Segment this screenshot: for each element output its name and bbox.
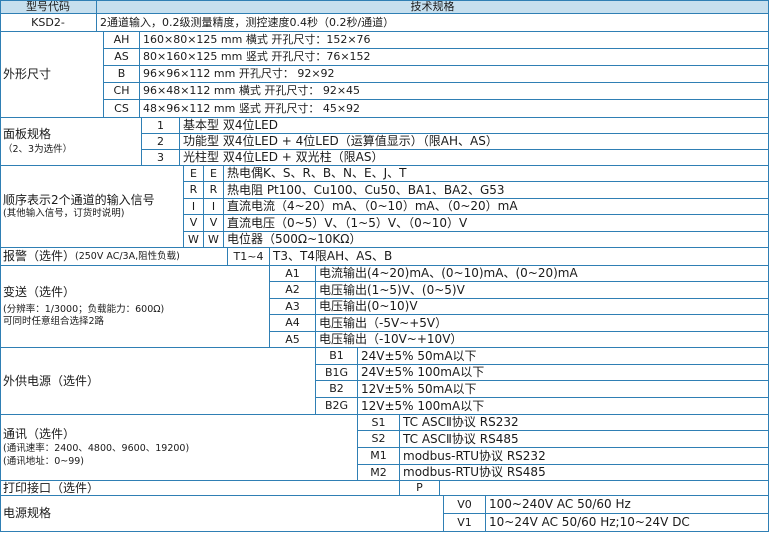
dimension-code: B xyxy=(104,66,140,83)
supply-spec: 24V±5% 50mA以下 xyxy=(358,348,769,365)
comm-code: S1 xyxy=(358,415,400,431)
panel-code: 1 xyxy=(142,118,180,134)
panel-spec: 功能型 双4位LED + 4位LED（运算值显示）（限AH、AS） xyxy=(180,134,769,150)
supply-spec: 12V±5% 50mA以下 xyxy=(358,381,769,398)
transmit-label: 变送（选件） xyxy=(3,284,76,299)
header-tech-spec: 技术规格 xyxy=(97,0,769,14)
alarm-note: (250V AC/3A,阻性负载) xyxy=(75,250,180,262)
input-code-ch2: I xyxy=(204,199,224,215)
panel-code: 2 xyxy=(142,134,180,150)
comm-label-cell: 通讯（选件） (通讯速率：2400、4800、9600、19200) (通讯地址… xyxy=(0,415,358,481)
input-code-ch2: R xyxy=(204,182,224,199)
input-code-ch1: V xyxy=(184,215,204,232)
input-code-ch2: E xyxy=(204,166,224,182)
panel-spec: 光柱型 双4位LED + 双光柱（限AS） xyxy=(180,150,769,166)
input-note: (其他输入信号，订货时说明) xyxy=(3,207,125,219)
supply-code: B2 xyxy=(316,381,358,398)
dimensions-label: 外形尺寸 xyxy=(0,32,104,118)
comm-code: M1 xyxy=(358,448,400,465)
transmit-code: A5 xyxy=(270,332,316,348)
power-spec: 10~24V AC 50/60 Hz;10~24V DC xyxy=(486,514,769,532)
comm-spec: TC ASCⅡ协议 RS485 xyxy=(400,431,769,448)
supply-code: B2G xyxy=(316,398,358,415)
transmit-spec: 电压输出(1~5)V、(0~5)V xyxy=(316,282,769,299)
input-label-cell: 顺序表示2个通道的输入信号 (其他输入信号，订货时说明) xyxy=(0,166,184,248)
model-spec: 2通道输入，0.2级测量精度，测控速度0.4秒（0.2秒/通道） xyxy=(97,14,769,32)
input-code-ch1: R xyxy=(184,182,204,199)
input-label: 顺序表示2个通道的输入信号 xyxy=(3,193,155,208)
alarm-label-cell: 报警（选件） (250V AC/3A,阻性负载) xyxy=(0,248,228,266)
dimension-spec: 48×96×112 mm 竖式 开孔尺寸： 45×92 xyxy=(140,100,769,118)
input-code-ch1: I xyxy=(184,199,204,215)
transmit-spec: 电流输出(4~20)mA、(0~10)mA、(0~20)mA xyxy=(316,266,769,282)
transmit-code: A2 xyxy=(270,282,316,299)
power-spec: 100~240V AC 50/60 Hz xyxy=(486,496,769,514)
transmit-note-resolution: (分辨率：1/3000；负载能力：600Ω) xyxy=(3,304,165,316)
alarm-code: T1~4 xyxy=(228,248,270,266)
alarm-label: 报警（选件） xyxy=(3,249,76,264)
comm-spec: modbus-RTU协议 RS485 xyxy=(400,465,769,481)
transmit-note-combination: 可同时任意组合选择2路 xyxy=(3,316,105,328)
transmit-spec: 电压输出(0~10)V xyxy=(316,299,769,315)
supply-code: B1G xyxy=(316,365,358,381)
input-spec: 热电偶K、S、R、B、N、E、J、T xyxy=(224,166,769,182)
comm-note-baud: (通讯速率：2400、4800、9600、19200) xyxy=(3,442,190,454)
panel-label-cell: 面板规格 （2、3为选件） xyxy=(0,118,142,166)
transmit-spec: 电压输出（-10V~+10V） xyxy=(316,332,769,348)
spec-table: 型号代码 技术规格 KSD2- 2通道输入，0.2级测量精度，测控速度0.4秒（… xyxy=(0,0,769,533)
transmit-code: A1 xyxy=(270,266,316,282)
comm-code: S2 xyxy=(358,431,400,448)
dimension-spec: 96×48×112 mm 横式 开孔尺寸： 92×45 xyxy=(140,83,769,100)
dimension-code: AH xyxy=(104,32,140,49)
transmit-code: A4 xyxy=(270,315,316,332)
transmit-code: A3 xyxy=(270,299,316,315)
alarm-spec: T3、T4限AH、AS、B xyxy=(270,248,769,266)
print-spec-empty xyxy=(440,481,769,496)
transmit-spec: 电压输出（-5V~+5V） xyxy=(316,315,769,332)
comm-note-address: (通讯地址：0~99) xyxy=(3,455,85,467)
comm-label: 通讯（选件） xyxy=(3,427,76,442)
panel-code: 3 xyxy=(142,150,180,166)
dimension-spec: 160×80×125 mm 横式 开孔尺寸：152×76 xyxy=(140,32,769,49)
input-code-ch1: E xyxy=(184,166,204,182)
model-code: KSD2- xyxy=(0,14,97,32)
comm-spec: modbus-RTU协议 RS232 xyxy=(400,448,769,465)
supply-spec: 12V±5% 100mA以下 xyxy=(358,398,769,415)
panel-note: （2、3为选件） xyxy=(3,144,73,156)
dimension-spec: 80×160×125 mm 竖式 开孔尺寸：76×152 xyxy=(140,49,769,66)
comm-spec: TC ASCⅡ协议 RS232 xyxy=(400,415,769,431)
panel-label: 面板规格 xyxy=(3,126,52,141)
power-code: V0 xyxy=(444,496,486,514)
transmit-label-cell: 变送（选件） (分辨率：1/3000；负载能力：600Ω) 可同时任意组合选择2… xyxy=(0,266,270,348)
power-code: V1 xyxy=(444,514,486,532)
header-model-code: 型号代码 xyxy=(0,0,97,14)
dimension-code: CS xyxy=(104,100,140,118)
supply-spec: 24V±5% 100mA以下 xyxy=(358,365,769,381)
input-spec: 电位器（500Ω~10KΩ） xyxy=(224,232,769,248)
input-spec: 直流电流（4~20）mA、（0~10）mA、（0~20）mA xyxy=(224,199,769,215)
print-label: 打印接口（选件） xyxy=(0,481,400,496)
input-spec: 热电阻 Pt100、Cu100、Cu50、BA1、BA2、G53 xyxy=(224,182,769,199)
supply-code: B1 xyxy=(316,348,358,365)
print-code: P xyxy=(400,481,440,496)
panel-spec: 基本型 双4位LED xyxy=(180,118,769,134)
dimension-code: CH xyxy=(104,83,140,100)
supply-label: 外供电源（选件） xyxy=(0,348,316,415)
dimension-spec: 96×96×112 mm 开孔尺寸： 92×92 xyxy=(140,66,769,83)
power-label: 电源规格 xyxy=(0,496,444,532)
input-spec: 直流电压（0~5）V、（1~5）V、（0~10）V xyxy=(224,215,769,232)
input-code-ch2: V xyxy=(204,215,224,232)
input-code-ch1: W xyxy=(184,232,204,248)
dimension-code: AS xyxy=(104,49,140,66)
comm-code: M2 xyxy=(358,465,400,481)
input-code-ch2: W xyxy=(204,232,224,248)
